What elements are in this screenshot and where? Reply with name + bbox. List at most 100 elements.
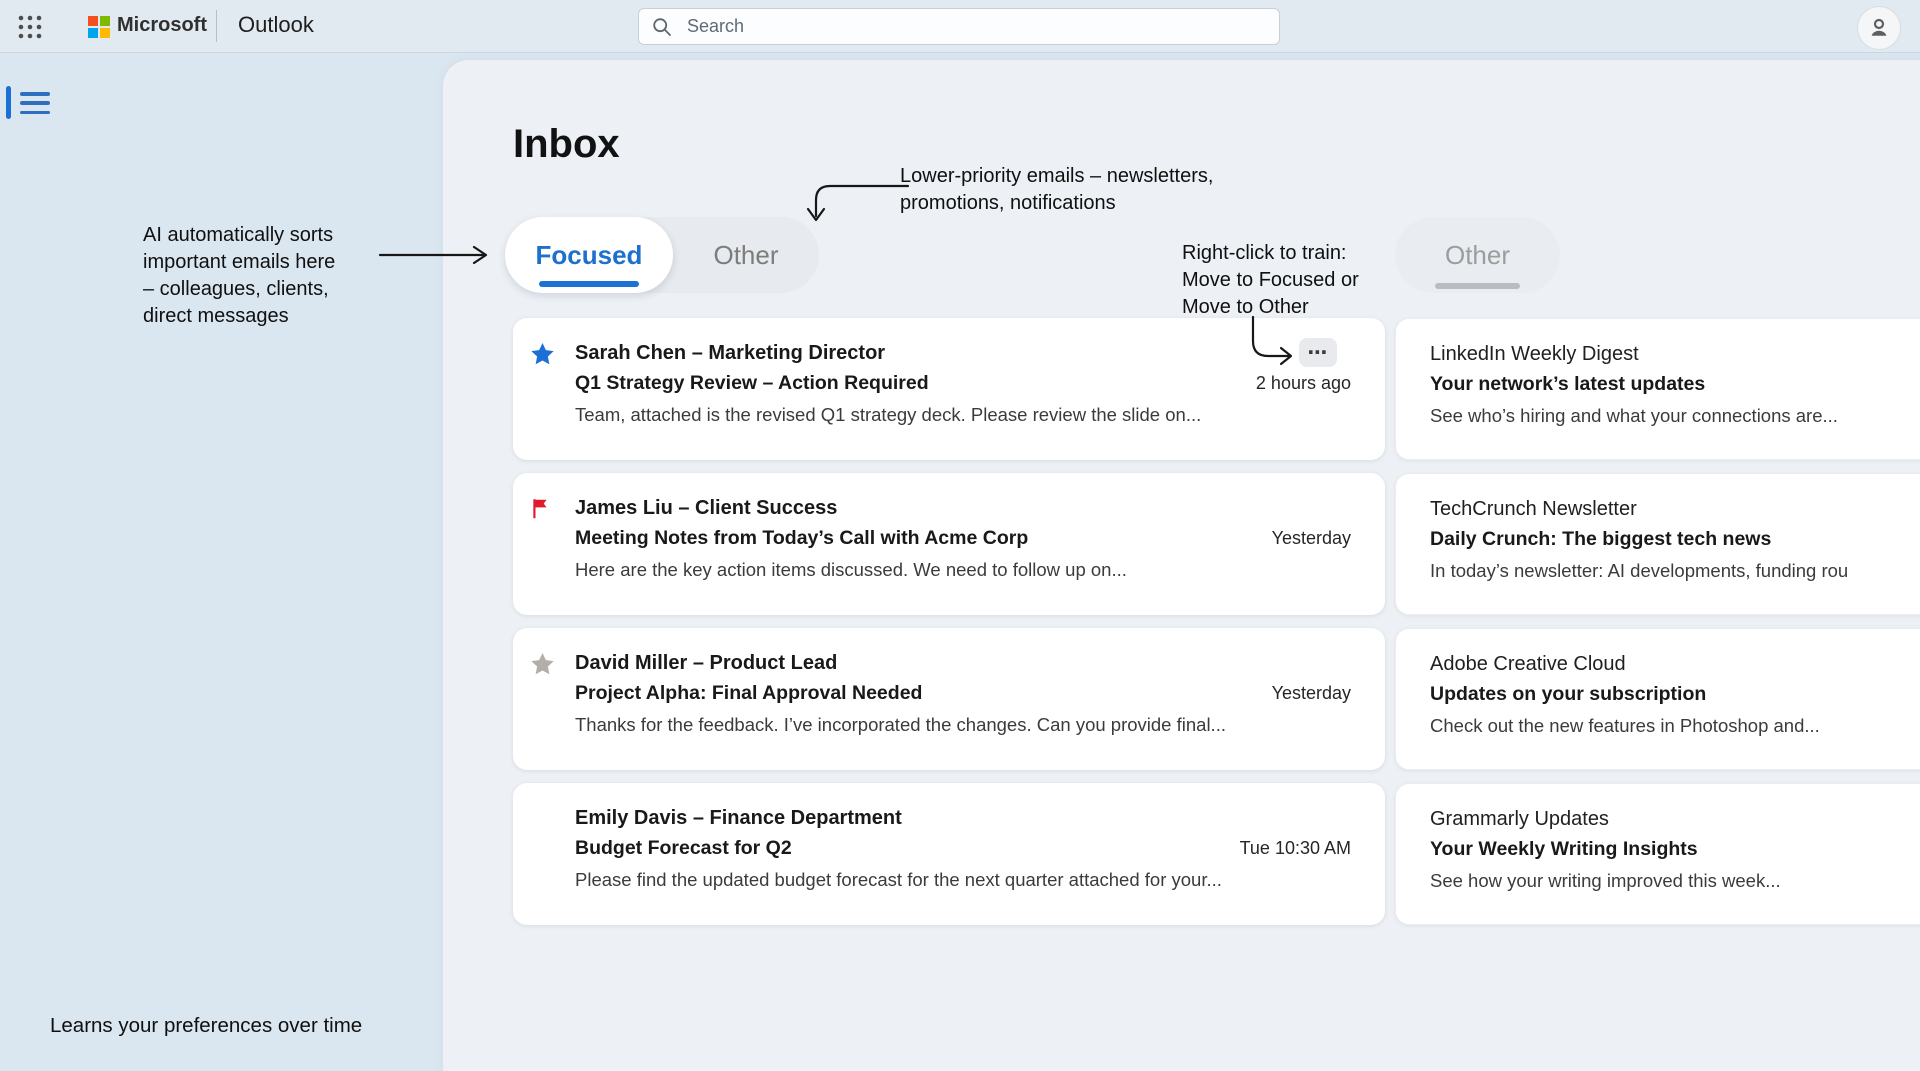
email-card-james-liu[interactable]: James Liu – Client Success Meeting Notes… [513, 473, 1385, 615]
email-content: James Liu – Client Success Meeting Notes… [575, 493, 1351, 615]
subject-row: Q1 Strategy Review – Action Required 2 h… [575, 368, 1351, 399]
email-subject: Meeting Notes from Today’s Call with Acm… [575, 523, 1028, 554]
sidebar [0, 52, 443, 1071]
email-subject: Q1 Strategy Review – Action Required [575, 368, 929, 399]
annotation-other: Lower-priority emails – newsletters, pro… [900, 163, 1240, 217]
email-preview: See how your writing improved this week.… [1430, 865, 1920, 896]
email-content: LinkedIn Weekly Digest Your network’s la… [1430, 339, 1920, 459]
annotation-arrow-to-more-button [1242, 313, 1302, 367]
email-preview: Thanks for the feedback. I’ve incorporat… [575, 709, 1351, 740]
email-subject: Project Alpha: Final Approval Needed [575, 678, 922, 709]
email-subject: Budget Forecast for Q2 [575, 833, 792, 864]
email-card-emily-davis[interactable]: Emily Davis – Finance Department Budget … [513, 783, 1385, 925]
email-preview: Check out the new features in Photoshop … [1430, 710, 1920, 741]
selected-folder-accent-bar [6, 86, 11, 119]
tab-other-label: Other [713, 240, 778, 271]
grid-icon [17, 14, 43, 40]
page-title: Inbox [513, 122, 620, 167]
email-timestamp: Yesterday [1272, 678, 1351, 709]
annotation-train: Right-click to train: Move to Focused or… [1182, 240, 1402, 321]
ms-logo-red-square [88, 16, 98, 26]
more-options-button[interactable]: ⋯ [1299, 338, 1337, 367]
annotation-arrow-to-focused-tab [378, 242, 494, 268]
outlook-focused-inbox-screen: Microsoft Outlook Inbox [0, 0, 1920, 1071]
hamburger-icon [20, 111, 50, 115]
magnifier-icon [651, 16, 673, 38]
email-card-techcrunch[interactable]: TechCrunch Newsletter Daily Crunch: The … [1395, 473, 1920, 615]
email-preview: See who’s hiring and what your connectio… [1430, 400, 1920, 431]
email-icon-slot [529, 648, 575, 770]
account-button[interactable] [1857, 6, 1901, 50]
email-content: TechCrunch Newsletter Daily Crunch: The … [1430, 494, 1920, 614]
email-icon-slot [529, 338, 575, 460]
subject-row: Your Weekly Writing Insights [1430, 834, 1920, 865]
email-sender: LinkedIn Weekly Digest [1430, 339, 1920, 369]
email-card-adobe[interactable]: Adobe Creative Cloud Updates on your sub… [1395, 628, 1920, 770]
email-preview: Team, attached is the revised Q1 strateg… [575, 399, 1351, 430]
other-column-underline [1435, 283, 1520, 289]
tab-other-column[interactable]: Other [1395, 217, 1560, 293]
menu-button[interactable] [20, 90, 50, 116]
microsoft-logo-icon [88, 16, 110, 38]
email-preview: Here are the key action items discussed.… [575, 554, 1351, 585]
tab-other-column-label: Other [1445, 240, 1510, 271]
email-content: Grammarly Updates Your Weekly Writing In… [1430, 804, 1920, 924]
email-card-grammarly[interactable]: Grammarly Updates Your Weekly Writing In… [1395, 783, 1920, 925]
focused-email-list: Sarah Chen – Marketing Director Q1 Strat… [513, 318, 1385, 925]
ms-logo-yellow-square [100, 28, 110, 38]
email-timestamp: 2 hours ago [1256, 368, 1351, 399]
tab-focused-label: Focused [536, 240, 643, 271]
search-input[interactable] [685, 15, 1267, 38]
email-timestamp: Tue 10:30 AM [1240, 833, 1351, 864]
email-sender: Sarah Chen – Marketing Director [575, 338, 1351, 368]
subject-row: Meeting Notes from Today’s Call with Acm… [575, 523, 1351, 554]
annotation-learns: Learns your preferences over time [50, 1012, 362, 1039]
ms-logo-green-square [100, 16, 110, 26]
star-icon[interactable] [529, 341, 556, 368]
email-icon-slot-empty [529, 803, 575, 925]
annotation-arrow-to-other-tab [800, 176, 912, 228]
email-content: Adobe Creative Cloud Updates on your sub… [1430, 649, 1920, 769]
tab-focused[interactable]: Focused [505, 217, 673, 293]
email-preview: In today’s newsletter: AI developments, … [1430, 555, 1920, 586]
star-icon[interactable] [529, 651, 556, 678]
email-sender: Grammarly Updates [1430, 804, 1920, 834]
other-email-list: LinkedIn Weekly Digest Your network’s la… [1395, 318, 1920, 925]
email-subject: Daily Crunch: The biggest tech news [1430, 524, 1771, 555]
tab-other[interactable]: Other [673, 217, 819, 293]
email-subject: Updates on your subscription [1430, 679, 1706, 710]
topbar-divider [216, 10, 217, 42]
email-content: David Miller – Product Lead Project Alph… [575, 648, 1351, 770]
top-bar: Microsoft Outlook [0, 0, 1920, 53]
flag-icon[interactable] [529, 496, 555, 522]
subject-row: Your network’s latest updates [1430, 369, 1920, 400]
email-subject: Your Weekly Writing Insights [1430, 834, 1698, 865]
email-icon-slot [529, 493, 575, 615]
ellipsis-icon: ⋯ [1308, 343, 1329, 363]
inbox-tab-group: Focused Other [505, 217, 819, 293]
hamburger-icon [20, 92, 50, 96]
annotation-focused: AI automatically sorts important emails … [143, 222, 413, 330]
email-sender: Emily Davis – Finance Department [575, 803, 1351, 833]
email-subject: Your network’s latest updates [1430, 369, 1705, 400]
email-content: Sarah Chen – Marketing Director Q1 Strat… [575, 338, 1351, 460]
microsoft-wordmark: Microsoft [117, 14, 207, 37]
email-sender: Adobe Creative Cloud [1430, 649, 1920, 679]
email-content: Emily Davis – Finance Department Budget … [575, 803, 1351, 925]
subject-row: Daily Crunch: The biggest tech news [1430, 524, 1920, 555]
app-launcher-button[interactable] [16, 13, 44, 41]
email-preview: Please find the updated budget forecast … [575, 864, 1351, 895]
email-card-linkedin[interactable]: LinkedIn Weekly Digest Your network’s la… [1395, 318, 1920, 460]
subject-row: Project Alpha: Final Approval Needed Yes… [575, 678, 1351, 709]
focused-active-underline [539, 281, 639, 287]
email-sender: James Liu – Client Success [575, 493, 1351, 523]
subject-row: Updates on your subscription [1430, 679, 1920, 710]
email-sender: David Miller – Product Lead [575, 648, 1351, 678]
app-name: Outlook [238, 12, 314, 38]
email-card-david-miller[interactable]: David Miller – Product Lead Project Alph… [513, 628, 1385, 770]
email-sender: TechCrunch Newsletter [1430, 494, 1920, 524]
hamburger-icon [20, 101, 50, 105]
search-bar[interactable] [638, 8, 1280, 45]
ms-logo-blue-square [88, 28, 98, 38]
person-icon [1866, 15, 1892, 41]
